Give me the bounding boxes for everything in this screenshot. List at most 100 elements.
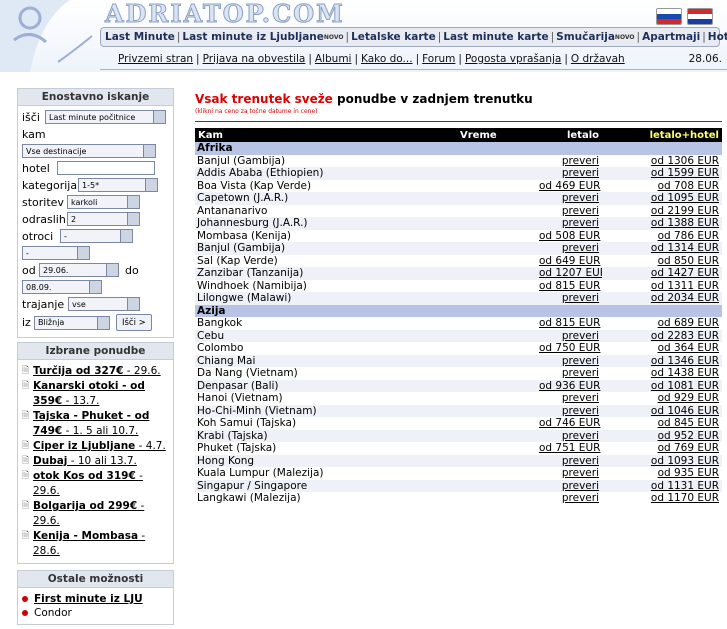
featured-item[interactable]: 🗎 Ciper iz Ljubljane - 4.7. <box>22 439 169 454</box>
subnav-link[interactable]: Forum <box>422 53 455 65</box>
featured-link[interactable]: Kenija - Mombasa - 28.6. <box>33 529 169 559</box>
do-date-select[interactable]: 08.09. <box>22 280 102 294</box>
featured-link[interactable]: Bolgarija od 299€ - 29.6. <box>33 499 169 529</box>
package-price-link[interactable]: od 1095 EUR <box>651 192 719 204</box>
package-price-link[interactable]: od 689 EUR <box>658 317 719 329</box>
package-price-link[interactable]: od 708 EUR <box>658 180 719 192</box>
nav-item[interactable]: Smučarija <box>556 31 615 43</box>
package-price-link[interactable]: od 2283 EUR <box>651 330 719 342</box>
package-price-link[interactable]: od 845 EUR <box>658 417 719 429</box>
package-price-link[interactable]: od 1170 EUR <box>651 492 719 504</box>
package-price-link[interactable]: od 1081 EUR <box>651 380 719 392</box>
other-item-label[interactable]: First minute iz LJU <box>34 592 143 606</box>
package-price-link[interactable]: od 850 EUR <box>658 255 719 267</box>
flight-price-link[interactable]: od 815 EUR <box>539 280 600 292</box>
package-price-link[interactable]: od 1311 EUR <box>651 280 719 292</box>
package-price-link[interactable]: od 1346 EUR <box>651 355 719 367</box>
featured-item[interactable]: 🗎 Kanarski otoki - od 359€ - 13.7. <box>22 379 169 409</box>
subnav-link[interactable]: Albumi <box>315 53 352 65</box>
featured-item[interactable]: 🗎 otok Kos od 319€ - 29.6. <box>22 469 169 499</box>
flight-price-link[interactable]: preveri <box>562 217 599 229</box>
package-price-link[interactable]: od 2034 EUR <box>651 292 719 304</box>
flight-price-link[interactable]: od 936 EUR <box>539 380 600 392</box>
package-price-link[interactable]: od 1306 EUR <box>651 155 719 167</box>
flight-price-link[interactable]: preveri <box>562 155 599 167</box>
flight-price-link[interactable]: preveri <box>562 205 599 217</box>
flight-price-link[interactable]: preveri <box>562 242 599 254</box>
subnav-link[interactable]: Prijava na obvestila <box>203 53 306 65</box>
featured-link[interactable]: Dubaj - 10 ali 13.7. <box>33 454 137 469</box>
package-price-link[interactable]: od 1131 EUR <box>651 480 719 492</box>
iz-select[interactable]: Bližnja <box>34 315 110 330</box>
odraslih-select[interactable]: 2 <box>67 212 140 226</box>
featured-item[interactable]: 🗎 Kenija - Mombasa - 28.6. <box>22 529 169 559</box>
featured-link[interactable]: Turčija od 327€ - 29.6. <box>33 364 161 379</box>
featured-link[interactable]: Ciper iz Ljubljane - 4.7. <box>33 439 166 454</box>
package-price-link[interactable]: od 952 EUR <box>658 430 719 442</box>
package-price-link[interactable]: od 1438 EUR <box>651 367 719 379</box>
nav-item[interactable]: Last minute karte <box>443 31 548 43</box>
package-price-link[interactable]: od 769 EUR <box>658 442 719 454</box>
flight-price-link[interactable]: preveri <box>562 192 599 204</box>
featured-link[interactable]: Tajska - Phuket - od 749€ - 1. 5 ali 10.… <box>33 409 169 439</box>
flight-price-link[interactable]: preveri <box>562 167 599 179</box>
package-price-link[interactable]: od 929 EUR <box>658 392 719 404</box>
flight-price-link[interactable]: od 469 EUR <box>539 180 600 192</box>
site-logo[interactable]: ADRIATOP.COM <box>105 0 345 28</box>
other-item[interactable]: Condor <box>22 606 169 620</box>
flight-price-link[interactable]: od 746 EUR <box>539 417 600 429</box>
hotel-input[interactable] <box>57 161 155 175</box>
od-date-select[interactable]: 29.06. <box>39 263 119 277</box>
flight-price-link[interactable]: od 649 EUR <box>539 255 600 267</box>
storitev-select[interactable]: karkoli <box>67 195 140 209</box>
flight-price-link[interactable]: preveri <box>562 292 599 304</box>
flight-price-link[interactable]: preveri <box>562 467 599 479</box>
package-price-link[interactable]: od 1388 EUR <box>651 217 719 229</box>
croatia-flag-icon[interactable] <box>687 8 713 25</box>
flight-price-link[interactable]: preveri <box>562 480 599 492</box>
subnav-link[interactable]: Pogosta vprašanja <box>465 53 561 65</box>
other-item[interactable]: First minute iz LJU <box>22 592 169 606</box>
flight-price-link[interactable]: od 815 EUR <box>539 317 600 329</box>
flight-price-link[interactable]: preveri <box>562 367 599 379</box>
flight-price-link[interactable]: od 508 EUR <box>539 230 600 242</box>
other-item-label[interactable]: Condor <box>34 606 72 620</box>
package-price-link[interactable]: od 786 EUR <box>658 230 719 242</box>
featured-item[interactable]: 🗎 Bolgarija od 299€ - 29.6. <box>22 499 169 529</box>
nav-item[interactable]: Apartmaji <box>642 31 700 43</box>
search-button[interactable]: Išči > <box>116 314 152 331</box>
subnav-link[interactable]: O državah <box>571 53 625 65</box>
flight-price-link[interactable]: od 751 EUR <box>539 442 600 454</box>
featured-item[interactable]: 🗎 Turčija od 327€ - 29.6. <box>22 364 169 379</box>
featured-link[interactable]: otok Kos od 319€ - 29.6. <box>33 469 169 499</box>
nav-item[interactable]: Letalske karte <box>351 31 436 43</box>
flight-price-link[interactable]: preveri <box>562 492 599 504</box>
slovenia-flag-icon[interactable] <box>656 8 682 25</box>
package-price-link[interactable]: od 2199 EUR <box>651 205 719 217</box>
kam-select[interactable]: Vse destinacije <box>22 144 156 158</box>
featured-item[interactable]: 🗎 Dubaj - 10 ali 13.7. <box>22 454 169 469</box>
kategorija-select[interactable]: 1-5* <box>78 178 158 192</box>
nav-item[interactable]: Hoteli <box>708 31 727 43</box>
flight-price-link[interactable]: preveri <box>562 392 599 404</box>
otroci-select[interactable]: - <box>60 229 133 243</box>
nav-item[interactable]: Last minute iz Ljubljane <box>182 31 324 43</box>
package-price-link[interactable]: od 935 EUR <box>658 467 719 479</box>
isci-select[interactable]: Last minute počitnice <box>45 110 166 124</box>
flight-price-link[interactable]: preveri <box>562 455 599 467</box>
flight-price-link[interactable]: od 1207 EUR <box>539 267 602 279</box>
subnav-link[interactable]: Privzemi stran <box>118 53 193 65</box>
trajanje-select[interactable]: vse <box>68 297 140 311</box>
package-price-link[interactable]: od 1046 EUR <box>651 405 719 417</box>
package-price-link[interactable]: od 1599 EUR <box>651 167 719 179</box>
nav-item[interactable]: Last Minute <box>105 31 175 43</box>
flight-price-link[interactable]: od 750 EUR <box>539 342 600 354</box>
package-price-link[interactable]: od 1093 EUR <box>651 455 719 467</box>
otroci-age-select[interactable]: - <box>22 246 90 260</box>
package-price-link[interactable]: od 1427 EUR <box>651 267 719 279</box>
package-price-link[interactable]: od 1314 EUR <box>651 242 719 254</box>
flight-price-link[interactable]: preveri <box>562 330 599 342</box>
flight-price-link[interactable]: preveri <box>562 355 599 367</box>
subnav-link[interactable]: Kako do... <box>361 53 413 65</box>
package-price-link[interactable]: od 364 EUR <box>658 342 719 354</box>
